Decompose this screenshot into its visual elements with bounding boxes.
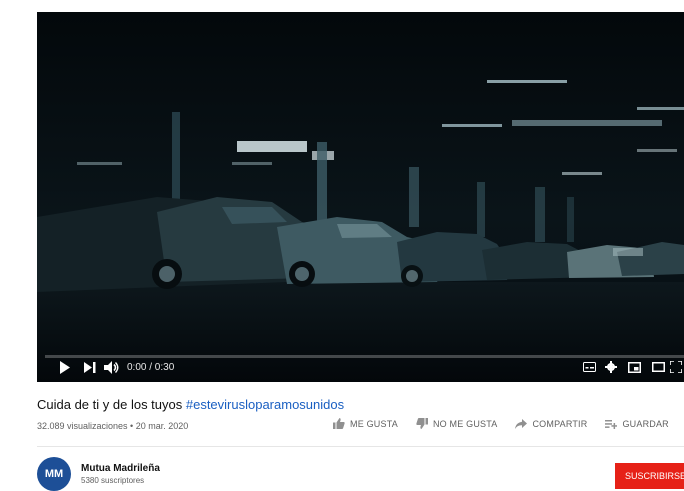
channel-avatar[interactable]: MM (37, 457, 71, 491)
video-title-text: Cuida de ti y de los tuyos (37, 397, 186, 412)
save-button[interactable]: GUARDAR (605, 418, 669, 429)
theater-mode-icon[interactable] (646, 352, 670, 382)
subscribe-button[interactable]: SUSCRIBIRSE (615, 463, 684, 489)
dislike-button[interactable]: NO ME GUSTA (416, 418, 498, 429)
divider (37, 446, 684, 447)
thumbs-down-icon (416, 418, 428, 429)
subtitles-icon[interactable] (578, 352, 600, 382)
settings-gear-icon[interactable] (600, 352, 622, 382)
thumbs-up-icon (333, 418, 345, 429)
next-icon[interactable] (79, 352, 101, 382)
share-arrow-icon (515, 418, 528, 429)
like-button[interactable]: ME GUSTA (333, 418, 398, 429)
share-label: COMPARTIR (532, 418, 588, 429)
video-frame (37, 12, 684, 382)
volume-icon[interactable] (101, 352, 123, 382)
time-display: 0:00 / 0:30 (127, 361, 175, 373)
hashtag-link[interactable]: #estevirusloparamosunidos (186, 397, 344, 412)
play-icon[interactable] (51, 352, 79, 382)
miniplayer-icon[interactable] (622, 352, 646, 382)
video-actions: ME GUSTA NO ME GUSTA COMPARTIR GUARDAR .… (333, 418, 684, 429)
fullscreen-icon[interactable] (670, 352, 684, 382)
video-player[interactable]: 0:00 / 0:30 (37, 12, 684, 382)
subscriber-count: 5380 suscriptores (81, 476, 145, 485)
player-controls: 0:00 / 0:30 (37, 352, 684, 382)
video-title: Cuida de ti y de los tuyos #esteviruslop… (37, 397, 344, 412)
like-label: ME GUSTA (350, 418, 398, 429)
views-and-date: 32.089 visualizaciones • 20 mar. 2020 (37, 421, 189, 431)
channel-name[interactable]: Mutua Madrileña (81, 463, 160, 474)
dislike-label: NO ME GUSTA (432, 418, 498, 429)
playlist-add-icon (605, 419, 618, 429)
save-label: GUARDAR (622, 418, 669, 429)
share-button[interactable]: COMPARTIR (515, 418, 588, 429)
